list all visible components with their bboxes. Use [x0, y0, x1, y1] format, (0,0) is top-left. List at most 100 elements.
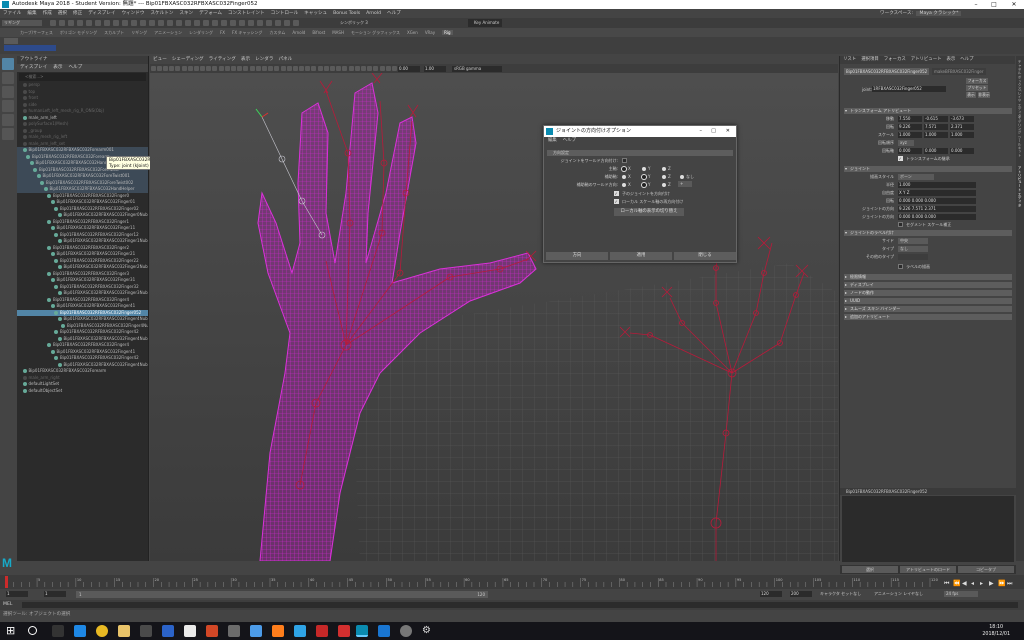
shelf-tab[interactable]: Arnold — [292, 30, 305, 35]
status-line-tool-icon[interactable] — [184, 20, 191, 26]
menu-item[interactable]: 選択 — [58, 9, 67, 18]
orient-children-checkbox[interactable] — [614, 191, 619, 196]
color-space-dropdown[interactable]: sRGB gamma — [452, 65, 502, 72]
joint-name-field[interactable]: 1RFBXASC032Finger052 — [872, 86, 946, 92]
viewport-tool-icon[interactable] — [385, 66, 391, 71]
viewport-tool-icon[interactable] — [231, 66, 237, 71]
viewport-tool-icon[interactable] — [193, 66, 199, 71]
select-tool-icon[interactable] — [2, 58, 14, 70]
secondary-axis-x-radio[interactable] — [622, 174, 626, 179]
label-dropdown[interactable]: なし — [898, 246, 928, 252]
shelf-tab[interactable]: MASH — [332, 30, 344, 35]
channel-box-tab[interactable]: チャネル ボックス/レイヤ エディタ — [1017, 60, 1023, 118]
joint-field[interactable]: 0.000 0.000 0.000 — [898, 214, 976, 220]
transform-field[interactable]: 0.000 — [924, 148, 948, 154]
ae-menu-item[interactable]: 選択項目 — [861, 56, 879, 64]
ae-node-tab-active[interactable]: Bip01FBXASC032RFBXASC032Finger052 — [844, 68, 930, 75]
show-button[interactable]: 表示 — [966, 92, 976, 98]
collapsed-frame[interactable]: ノードの動作 — [844, 290, 1012, 296]
status-line-tool-icon[interactable] — [175, 20, 182, 26]
viewport-tool-icon[interactable] — [367, 66, 373, 71]
menu-item[interactable]: ディスプレイ — [88, 9, 115, 18]
mode-dropdown[interactable]: リギング — [2, 20, 42, 26]
viewport-tool-icon[interactable] — [261, 66, 267, 71]
shelf-tab[interactable]: Bifrost — [312, 30, 325, 35]
viewport-tool-icon[interactable] — [286, 66, 292, 71]
world-orient-checkbox[interactable] — [622, 158, 627, 163]
secondary-axis-z-radio[interactable] — [662, 174, 666, 179]
focus-button[interactable]: フォーカス — [966, 78, 988, 84]
status-line-tool-icon[interactable] — [112, 20, 119, 26]
status-line-tool-icon[interactable] — [76, 20, 83, 26]
toggle-local-axes-button[interactable]: ローカル軸の表示の切り替え — [614, 208, 684, 216]
status-line-tool-icon[interactable] — [238, 20, 245, 26]
start-time-field[interactable]: 1 — [6, 591, 28, 597]
viewport-menu-item[interactable]: 表示 — [241, 56, 250, 64]
viewport-menu-item[interactable]: シェーディング — [172, 56, 204, 64]
key-animate-button[interactable]: Key Animate — [468, 19, 502, 27]
viewport-tool-icon[interactable] — [299, 66, 305, 71]
status-line-tool-icon[interactable] — [121, 20, 128, 26]
lasso-tool-icon[interactable] — [2, 72, 14, 84]
shelf-tab[interactable]: XGen — [407, 30, 418, 35]
move-gizmo-icon[interactable] — [255, 108, 269, 118]
menu-item[interactable]: ヘルプ — [387, 9, 401, 18]
playback-control-icon[interactable]: ⏩ — [998, 579, 1006, 587]
app-icon-8[interactable] — [316, 625, 328, 637]
outliner-menu-item[interactable]: ディスプレイ — [20, 64, 47, 72]
viewport-tool-icon[interactable] — [156, 66, 162, 71]
viewport-tool-icon[interactable] — [323, 66, 329, 71]
close-button[interactable]: ✕ — [1006, 0, 1022, 9]
status-line-tool-icon[interactable] — [283, 20, 290, 26]
menu-item[interactable]: ファイル — [3, 9, 21, 18]
joint-field[interactable]: X Y Z — [898, 190, 976, 196]
ae-menu-item[interactable]: 表示 — [946, 56, 955, 64]
viewport-tool-icon[interactable] — [162, 66, 168, 71]
end-time-field[interactable]: 200 — [790, 591, 812, 597]
maya-taskbar-icon[interactable] — [356, 625, 368, 637]
playback-control-icon[interactable]: ◂ — [971, 580, 974, 587]
viewport-tool-icon[interactable] — [249, 66, 255, 71]
app-icon-1[interactable] — [162, 625, 174, 637]
secondary-world-sign-dropdown[interactable]: + — [678, 181, 692, 187]
dialog-close-button[interactable]: ✕ — [726, 126, 730, 137]
reorient-scale-checkbox[interactable] — [614, 199, 619, 204]
playback-control-icon[interactable]: ▸ — [980, 580, 983, 587]
viewport-tool-icon[interactable] — [311, 66, 317, 71]
status-line-tool-icon[interactable] — [265, 20, 272, 26]
shelf-tab[interactable]: モーション グラフィックス — [351, 30, 400, 35]
select-button[interactable]: 選択 — [842, 566, 898, 573]
inherits-transform-checkbox[interactable] — [898, 156, 903, 161]
shelf-tab[interactable]: レンダリング — [189, 30, 213, 35]
menu-item[interactable]: 編集 — [27, 9, 36, 18]
outliner-item[interactable]: defaultObjectSet — [17, 388, 148, 395]
app-icon-6[interactable] — [272, 625, 284, 637]
orient-button[interactable]: 方向 — [546, 252, 608, 260]
folder-icon[interactable] — [118, 625, 130, 637]
settings-gear-icon[interactable]: ⚙ — [422, 625, 434, 637]
status-line-tool-icon[interactable] — [130, 20, 137, 26]
workspace-selector[interactable]: ワークスペース: Maya クラシック* — [880, 9, 962, 18]
viewport-tool-icon[interactable] — [206, 66, 212, 71]
menu-item[interactable]: Arnold — [366, 9, 381, 18]
viewport-menu-item[interactable]: ビュー — [153, 56, 167, 64]
viewport-tool-icon[interactable] — [181, 66, 187, 71]
playback-control-icon[interactable]: ⏭ — [1007, 580, 1013, 587]
status-line-tool-icon[interactable] — [247, 20, 254, 26]
load-attributes-button[interactable]: アトリビュートのロード — [900, 566, 956, 573]
status-line-tool-icon[interactable] — [220, 20, 227, 26]
status-line-tool-icon[interactable] — [274, 20, 281, 26]
status-line-tool-icon[interactable] — [211, 20, 218, 26]
presets-button[interactable]: プリセット — [966, 85, 988, 91]
viewport-tool-icon[interactable] — [360, 66, 366, 71]
time-slider[interactable]: 5 10 15 20 25 30 35 40 45 50 55 60 65 70 75 80 85 90 95 100… — [0, 575, 1024, 589]
outliner-menu-item[interactable]: 表示 — [53, 64, 62, 72]
viewport-tool-icon[interactable] — [342, 66, 348, 71]
secondary-world-z-radio[interactable] — [662, 182, 666, 187]
shelf-tab[interactable]: アニメーション — [154, 30, 182, 35]
status-line-tool-icon[interactable] — [193, 20, 200, 26]
joint-labelling-frame[interactable]: ジョイントのラベル付け — [844, 230, 1012, 236]
ae-menu-item[interactable]: ヘルプ — [960, 56, 973, 64]
transform-field[interactable]: 7.550 — [898, 116, 922, 122]
copy-tab-button[interactable]: コピータブ — [958, 566, 1014, 573]
